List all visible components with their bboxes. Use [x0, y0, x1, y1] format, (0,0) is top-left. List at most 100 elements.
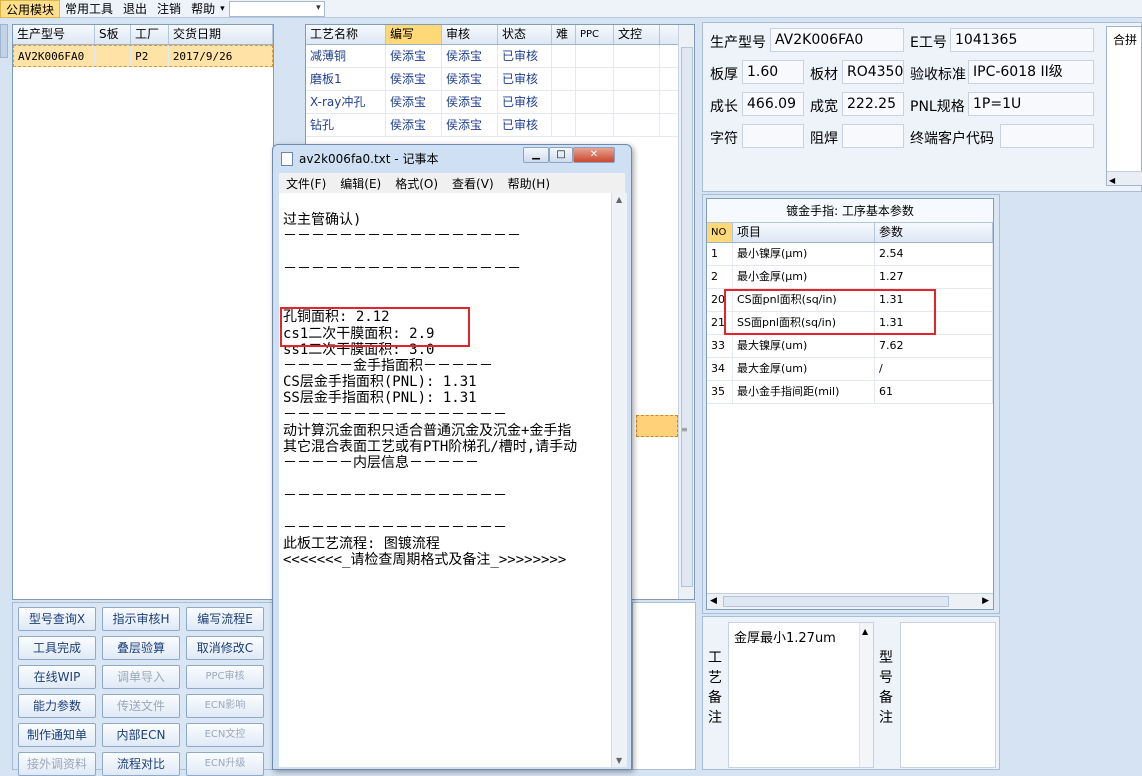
col-difficulty[interactable]: 难	[552, 25, 576, 44]
pnl-field[interactable]: 1P=1U	[968, 92, 1094, 116]
ecn-impact-button[interactable]: ECN影响	[186, 694, 264, 718]
table-row[interactable]: 34 最大金厚(um) /	[707, 358, 993, 381]
col-item[interactable]: 项目	[733, 223, 875, 242]
model-field[interactable]: AV2K006FA0	[770, 28, 904, 52]
combine-label: 合拼	[1113, 33, 1138, 47]
highlight-box	[280, 307, 470, 347]
col-process[interactable]: 工艺名称	[306, 25, 386, 44]
col-reviewer[interactable]: 审核	[442, 25, 498, 44]
notepad-textarea[interactable]: 过主管确认)－－－－－－－－－－－－－－－－－​－－－－－－－－－－－－－－－－…	[279, 193, 611, 767]
process-remark-field[interactable]: 金厚最小1.27um ▲	[728, 622, 874, 768]
instruction-review-button[interactable]: 指示审核H	[102, 607, 180, 631]
length-label: 成长	[710, 99, 738, 115]
model-remark-field[interactable]	[900, 622, 996, 768]
close-button[interactable]: ✕	[573, 147, 615, 163]
col-doc-control[interactable]: 文控	[614, 25, 660, 44]
length-field[interactable]: 466.09	[742, 92, 804, 116]
menu-file[interactable]: 文件(F)	[279, 175, 333, 192]
import-order-button[interactable]: 调单导入	[102, 665, 180, 689]
model-query-button[interactable]: 型号查询X	[18, 607, 96, 631]
horizontal-scrollbar[interactable]: ◀ ▶	[707, 593, 993, 609]
table-row[interactable]: 钻孔 侯添宝 侯添宝 已审核	[306, 114, 694, 137]
table-row[interactable]: X-ray冲孔 侯添宝 侯添宝 已审核	[306, 91, 694, 114]
online-wip-button[interactable]: 在线WIP	[18, 665, 96, 689]
menu-view[interactable]: 查看(V)	[445, 175, 501, 192]
vertical-scrollbar[interactable]: ▲ ▼	[611, 193, 627, 767]
combine-panel: 合拼 ◀	[1106, 26, 1142, 186]
character-field[interactable]	[742, 124, 804, 148]
table-row[interactable]: 2 最小金厚(μm) 1.27	[707, 266, 993, 289]
chevron-up-icon: ▲	[862, 627, 869, 636]
width-field[interactable]: 222.25	[842, 92, 904, 116]
character-label: 字符	[710, 131, 738, 147]
capability-params-button[interactable]: 能力参数	[18, 694, 96, 718]
material-label: 板材	[810, 67, 838, 83]
table-row[interactable]: 35 最小金手指间距(mil) 61	[707, 381, 993, 404]
standard-field[interactable]: IPC-6018 II级	[968, 60, 1094, 84]
col-delivery[interactable]: 交货日期	[169, 25, 273, 44]
vertical-scrollbar[interactable]: ≡	[678, 25, 694, 599]
external-data-button[interactable]: 接外调资料	[18, 752, 96, 776]
menu-public-module[interactable]: 公用模块	[0, 0, 61, 18]
menu-format[interactable]: 格式(O)	[388, 175, 445, 192]
standard-label: 验收标准	[910, 67, 966, 83]
menu-edit[interactable]: 编辑(E)	[333, 175, 388, 192]
lower-mid-panel	[632, 602, 696, 770]
cancel-modify-button[interactable]: 取消修改C	[186, 636, 264, 660]
highlight-box	[724, 289, 936, 335]
chevron-right-icon: ▶	[982, 596, 989, 606]
col-no[interactable]: NO	[707, 223, 733, 242]
notepad-menu: 文件(F) 编辑(E) 格式(O) 查看(V) 帮助(H)	[279, 173, 625, 193]
splitter-handle[interactable]	[0, 24, 8, 58]
chevron-down-icon[interactable]: ▾	[220, 4, 225, 14]
module-combo[interactable]: ▾	[228, 0, 325, 17]
stackup-check-button[interactable]: 叠层验算	[102, 636, 180, 660]
ecn-doc-control-button[interactable]: ECN文控	[186, 723, 264, 747]
menu-bar: 公用模块 常用工具 退出 注销 帮助 ▾ ▾	[0, 0, 1142, 18]
ppc-review-button[interactable]: PPC审核	[186, 665, 264, 689]
vertical-scrollbar[interactable]: ▲	[859, 623, 873, 767]
col-sboard[interactable]: S板	[95, 25, 131, 44]
chevron-left-icon: ◀	[1109, 176, 1116, 185]
eid-field[interactable]: 1041365	[950, 28, 1094, 52]
width-label: 成宽	[810, 99, 838, 115]
table-row[interactable]: 1 最小镍厚(μm) 2.54	[707, 243, 993, 266]
menu-help[interactable]: 帮助(H)	[501, 175, 557, 192]
transfer-file-button[interactable]: 传送文件	[102, 694, 180, 718]
soldermask-field[interactable]	[842, 124, 904, 148]
menu-exit[interactable]: 退出	[118, 0, 152, 18]
col-factory[interactable]: 工厂	[131, 25, 169, 44]
col-ppc[interactable]: PPC	[576, 25, 614, 44]
chevron-up-icon: ▲	[616, 195, 623, 204]
model-label: 生产型号	[710, 35, 766, 51]
horizontal-scrollbar[interactable]: ◀	[1107, 171, 1142, 185]
ecn-upgrade-button[interactable]: ECN升级	[186, 752, 264, 776]
col-param[interactable]: 参数	[875, 223, 993, 242]
tool-complete-button[interactable]: 工具完成	[18, 636, 96, 660]
thickness-field[interactable]: 1.60	[742, 60, 804, 84]
param-table-title: 镀金手指: 工序基本参数	[707, 199, 993, 223]
table-row[interactable]: 磨板1 侯添宝 侯添宝 已审核	[306, 68, 694, 91]
write-flow-button[interactable]: 编写流程E	[186, 607, 264, 631]
table-row[interactable]: AV2K006FA0 P2 2017/9/26	[13, 45, 273, 67]
table-row[interactable]: 减薄铜 侯添宝 侯添宝 已审核	[306, 45, 694, 68]
production-notice-button[interactable]: 制作通知单	[18, 723, 96, 747]
selected-row-highlight[interactable]	[636, 415, 678, 437]
menu-logout[interactable]: 注销	[152, 0, 186, 18]
menu-help[interactable]: 帮助	[186, 0, 220, 18]
material-field[interactable]: RO4350B	[842, 60, 904, 84]
internal-ecn-button[interactable]: 内部ECN	[102, 723, 180, 747]
col-writer[interactable]: 编写	[386, 25, 442, 44]
maximize-button[interactable]: □	[549, 147, 573, 163]
minimize-button[interactable]: ▁	[523, 147, 549, 163]
col-model[interactable]: 生产型号	[13, 25, 95, 44]
chevron-left-icon: ◀	[710, 596, 717, 606]
soldermask-label: 阻焊	[810, 131, 838, 147]
flow-compare-button[interactable]: 流程对比	[102, 752, 180, 776]
customer-code-field[interactable]	[1000, 124, 1094, 148]
col-status[interactable]: 状态	[498, 25, 552, 44]
chevron-down-icon: ▼	[616, 756, 623, 765]
menu-tools[interactable]: 常用工具	[60, 0, 118, 18]
chevron-down-icon: ▾	[316, 2, 321, 13]
table-row[interactable]: 33 最大镍厚(um) 7.62	[707, 335, 993, 358]
